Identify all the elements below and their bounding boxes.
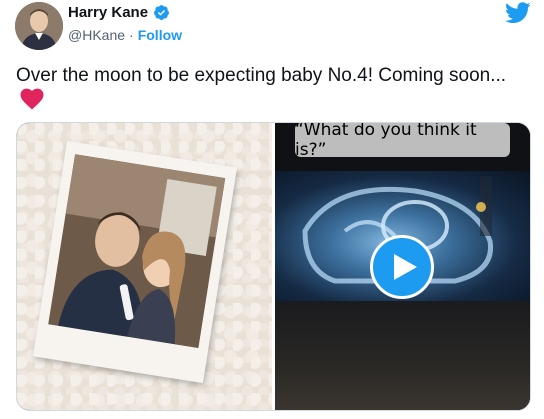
polaroid-photo-image[interactable] (17, 123, 272, 410)
tweet-body: Over the moon to be expecting baby No.4!… (16, 65, 507, 86)
video-caption: “What do you think it is?” (295, 123, 510, 160)
twitter-bird-icon[interactable] (505, 2, 531, 24)
media-grid[interactable]: “What do you think it is?” (16, 122, 531, 411)
polaroid-frame (33, 140, 237, 384)
tweet-card: Harry Kane @HKane · Follow Over the moon t… (0, 0, 544, 419)
play-icon (393, 254, 417, 280)
author-handle[interactable]: @HKane (68, 27, 125, 43)
follow-button[interactable]: Follow (138, 27, 182, 43)
avatar[interactable] (15, 2, 63, 50)
verified-badge-icon (154, 5, 169, 20)
play-button[interactable] (370, 235, 434, 299)
separator-dot: · (129, 27, 134, 43)
tweet-text: Over the moon to be expecting baby No.4!… (16, 64, 516, 113)
red-heart-icon (20, 88, 44, 110)
author-name[interactable]: Harry Kane (68, 4, 148, 21)
couple-photo (48, 154, 226, 348)
scan-room-background (275, 301, 530, 410)
